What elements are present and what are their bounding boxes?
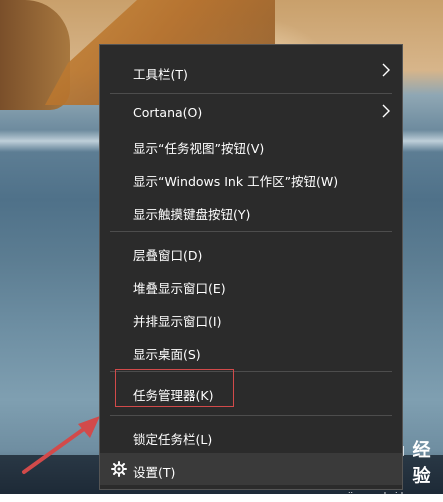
- menu-item-label: 显示触摸键盘按钮(Y): [133, 207, 251, 222]
- menu-item-label: 层叠窗口(D): [133, 248, 203, 263]
- menu-separator: [110, 93, 392, 94]
- menu-item-label: 显示“Windows Ink 工作区”按钮(W): [133, 174, 339, 189]
- menu-item-lock-taskbar[interactable]: 锁定任务栏(L): [100, 420, 402, 452]
- menu-item-show-task-view[interactable]: 显示“任务视图”按钮(V): [100, 129, 402, 161]
- gear-icon: [111, 461, 127, 477]
- menu-item-side-by-side[interactable]: 并排显示窗口(I): [100, 302, 402, 334]
- chevron-right-icon: [382, 63, 390, 77]
- menu-item-label: 设置(T): [133, 465, 176, 480]
- menu-item-stack-windows[interactable]: 堆叠显示窗口(E): [100, 269, 402, 301]
- menu-item-toolbars[interactable]: 工具栏(T): [100, 55, 402, 87]
- menu-item-settings[interactable]: 设置(T): [100, 453, 402, 485]
- chevron-right-icon: [382, 104, 390, 118]
- menu-separator: [110, 415, 392, 416]
- menu-separator: [110, 231, 392, 232]
- menu-item-cascade-windows[interactable]: 层叠窗口(D): [100, 236, 402, 268]
- task-manager-highlight-box: [115, 369, 234, 407]
- taskbar-context-menu: 工具栏(T) Cortana(O) 显示“任务视图”按钮(V) 显示“Windo…: [99, 44, 403, 490]
- menu-item-show-touch-keyboard[interactable]: 显示触摸键盘按钮(Y): [100, 195, 402, 227]
- menu-item-label: 显示桌面(S): [133, 347, 201, 362]
- menu-item-show-desktop[interactable]: 显示桌面(S): [100, 335, 402, 367]
- menu-item-label: 并排显示窗口(I): [133, 314, 222, 329]
- menu-item-label: Cortana(O): [133, 105, 203, 120]
- menu-item-label: 显示“任务视图”按钮(V): [133, 141, 265, 156]
- red-arrow-annotation: [22, 416, 100, 474]
- menu-item-label: 堆叠显示窗口(E): [133, 281, 226, 296]
- menu-item-label: 工具栏(T): [133, 67, 188, 82]
- menu-item-show-windows-ink[interactable]: 显示“Windows Ink 工作区”按钮(W): [100, 162, 402, 194]
- menu-item-cortana[interactable]: Cortana(O): [100, 96, 402, 128]
- menu-item-label: 锁定任务栏(L): [133, 432, 213, 447]
